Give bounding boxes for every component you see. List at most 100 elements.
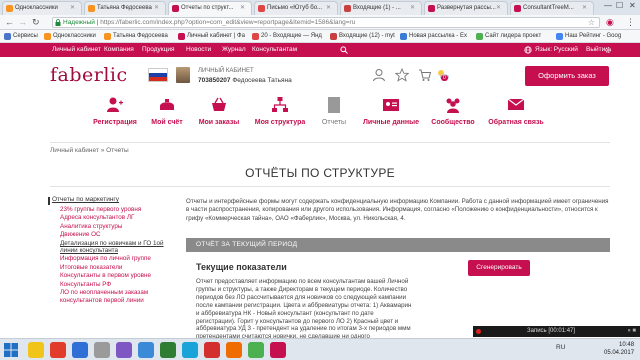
taskbar-app-icon[interactable] [270, 342, 286, 358]
recording-controls[interactable]: ⏸ ■ [628, 326, 636, 337]
close-icon[interactable]: ✕ [496, 2, 501, 15]
nav-personal-cabinet[interactable]: Личный кабинет [52, 43, 101, 57]
close-icon[interactable]: ✕ [582, 2, 587, 15]
taskbar-app-icon[interactable] [72, 342, 88, 358]
bookmark-item[interactable]: Сайт лидера проект [476, 31, 541, 41]
taskbar-app-icon[interactable] [204, 342, 220, 358]
faberlic-logo[interactable]: faberlic [50, 64, 128, 86]
maximize-icon[interactable]: ☐ [616, 1, 623, 10]
keyboard-language[interactable]: RU [556, 344, 565, 351]
tab-title: Письмо «Ютуб бо... [267, 5, 323, 11]
forward-icon[interactable]: → [18, 17, 27, 28]
user-name: Федосеева Татьяна [232, 77, 292, 84]
taskbar-app-icon[interactable] [28, 342, 44, 358]
tab-favicon [514, 5, 521, 12]
community-icon [446, 98, 460, 113]
taskbar-app-icon[interactable] [94, 342, 110, 358]
bookmark-item[interactable]: Сервисы [4, 31, 38, 41]
taskbar-app-icon[interactable] [50, 342, 66, 358]
avatar[interactable] [176, 67, 190, 83]
bookmark-star-icon[interactable]: ☆ [588, 18, 595, 27]
sidebar-heading[interactable]: Отчеты по маркетингу [52, 196, 178, 205]
menu-my-orders[interactable]: Мои заказы [184, 96, 254, 126]
sidebar-item[interactable]: Адреса консультантов ЛГ [52, 214, 178, 223]
close-icon[interactable]: ✕ [154, 2, 159, 15]
place-order-button[interactable]: Оформить заказ [525, 66, 609, 86]
sidebar-item[interactable]: Итоговые показатели [52, 264, 178, 273]
close-icon[interactable]: ✕ [70, 2, 75, 15]
menu-icon[interactable]: ⋮ [626, 17, 635, 28]
sidebar-item[interactable]: Консультанты в первом уровне [52, 272, 178, 281]
section-header: ОТЧЁТ ЗА ТЕКУЩИЙ ПЕРИОД [186, 238, 610, 252]
cart-icon[interactable] [418, 68, 432, 82]
logout-link[interactable]: Выйти [586, 43, 605, 57]
nav-company[interactable]: Компания [104, 43, 134, 57]
bookmark-item[interactable]: 20 - Входящие — Янд [252, 31, 322, 41]
minimize-icon[interactable]: — [604, 1, 612, 10]
tab-favicon [258, 5, 265, 12]
browser-tab[interactable]: Одноклассники ✕ [2, 1, 82, 15]
reload-icon[interactable]: ↻ [32, 17, 40, 28]
menu-personal-data[interactable]: Личные данные [356, 96, 426, 126]
bookmark-item[interactable]: Наш Рейтинг - Goog [556, 31, 621, 41]
nav-magazine[interactable]: Журнал [222, 43, 246, 57]
browser-tab-active[interactable]: Отчеты по структ... ✕ [168, 1, 252, 15]
bookmark-label: Входящие (12) - myt [339, 33, 395, 39]
bookmark-label: Наш Рейтинг - Goog [565, 33, 622, 39]
close-icon[interactable]: ✕ [326, 2, 331, 15]
sidebar-item-current[interactable]: Детализация по новичкам и ГО 1ой линии к… [52, 240, 178, 255]
structure-icon [272, 97, 288, 112]
bookmark-item[interactable]: Новая рассылка - Ех [400, 31, 467, 41]
windows-start-icon[interactable] [4, 343, 18, 357]
bookmark-item[interactable]: Личный кабинет | Фа [178, 31, 245, 41]
taskbar-app-icon[interactable] [116, 342, 132, 358]
bookmark-favicon [44, 33, 51, 40]
user-profile-icon[interactable] [372, 68, 386, 82]
bookmark-item[interactable]: Одноклассники [44, 31, 96, 41]
breadcrumb-home-link[interactable]: Личный кабинет [50, 147, 99, 154]
nav-products[interactable]: Продукция [142, 43, 175, 57]
browser-tab[interactable]: Письмо «Ютуб бо... ✕ [254, 1, 338, 15]
menu-label: Обратная связь [488, 119, 544, 126]
system-clock[interactable]: 10:48 05.04.2017 [604, 342, 634, 357]
menu-community[interactable]: Сообщество [418, 96, 488, 126]
sidebar-item[interactable]: ЛО по неоплаченным заказам консультантов… [52, 289, 178, 304]
close-icon[interactable]: ✕ [410, 2, 415, 15]
russia-flag-icon[interactable] [148, 68, 168, 82]
nav-consultants[interactable]: Консультантам [252, 43, 297, 57]
taskbar-app-icon[interactable] [138, 342, 154, 358]
taskbar-app-icon[interactable] [248, 342, 264, 358]
browser-tab[interactable]: Татьяна Федосеева ✕ [84, 1, 166, 15]
taskbar-app-icon[interactable] [226, 342, 242, 358]
language-selector[interactable]: Язык: Русский [535, 43, 578, 57]
bookmark-item[interactable]: Татьяна Федосеева [104, 31, 168, 41]
user-id: 703850207 [198, 77, 231, 84]
sidebar-item[interactable]: Движение ОС [52, 231, 178, 240]
bookmark-item[interactable]: Входящие (12) - myt [330, 31, 395, 41]
taskbar-app-icon[interactable] [160, 342, 176, 358]
sidebar-item[interactable]: Аналитика структуры [52, 223, 178, 232]
recording-time: [00:01:47] [548, 328, 576, 334]
bookmark-favicon [476, 33, 483, 40]
generate-button[interactable]: Сгенерировать [468, 260, 530, 276]
url-input[interactable]: Надежный | https://faberlic.com/index.ph… [52, 17, 600, 28]
extension-icon[interactable]: ◉ [606, 17, 614, 28]
menu-feedback[interactable]: Обратная связь [481, 96, 551, 126]
browser-tab[interactable]: ConsultantTreeM... ✕ [510, 1, 594, 15]
sidebar-item[interactable]: Консультанты РФ [52, 281, 178, 290]
browser-tab[interactable]: Развернутая рассы... ✕ [424, 1, 508, 15]
close-window-icon[interactable]: ✕ [629, 1, 636, 10]
close-icon[interactable]: ✕ [240, 2, 245, 15]
favorites-star-icon[interactable] [395, 68, 409, 82]
back-icon[interactable]: ← [5, 17, 14, 28]
settings-icon[interactable] [604, 46, 612, 54]
tab-favicon [6, 5, 13, 12]
bookmark-label: Новая рассылка - Ех [409, 33, 467, 39]
browser-tab[interactable]: Входящие (1) - ... ✕ [340, 1, 422, 15]
tab-favicon [88, 5, 95, 12]
sidebar-item[interactable]: Информация по личной группе [52, 255, 178, 264]
taskbar-app-icon[interactable] [182, 342, 198, 358]
sidebar-item[interactable]: 23% группы первого уровня [52, 206, 178, 215]
search-icon[interactable] [340, 46, 348, 54]
nav-news[interactable]: Новости [186, 43, 211, 57]
